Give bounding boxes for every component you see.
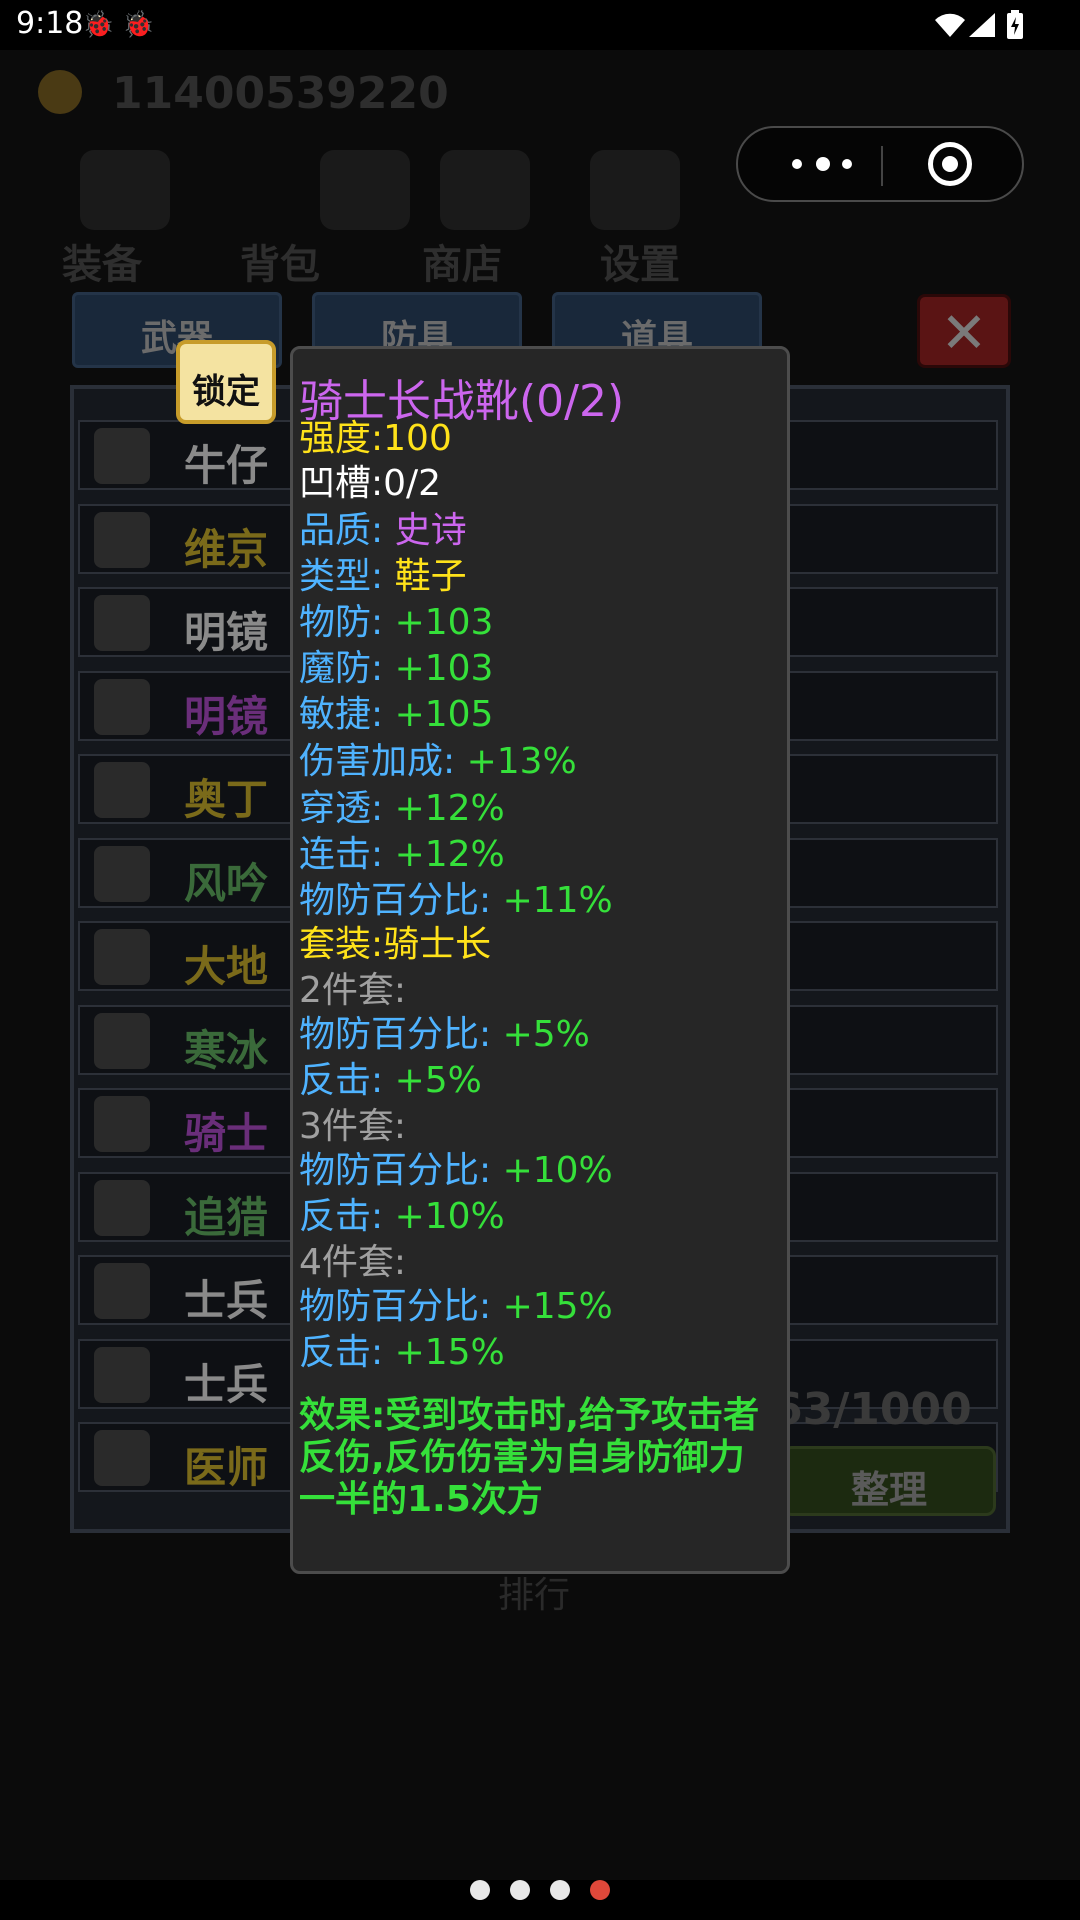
item-name: 寒冰 [184, 1025, 269, 1075]
item-name: 士兵 [184, 1359, 269, 1409]
stat-row: 伤害加成: +13% [299, 741, 577, 782]
item-icon [94, 762, 150, 818]
page-dot[interactable] [550, 1880, 570, 1900]
bug-icon: 🐞 [82, 10, 115, 40]
item-name: 医师 [184, 1443, 269, 1492]
strength-row: 强度:100 [299, 418, 452, 459]
item-icon [94, 1012, 150, 1069]
bag-art-icon [320, 150, 410, 230]
stat-row: 穿透: +12% [299, 788, 505, 829]
item-name: 明镜 [184, 608, 269, 657]
stat-row: 敏捷: +105 [299, 694, 494, 735]
item-icon [94, 1096, 150, 1152]
close-miniprogram-icon[interactable] [928, 142, 972, 186]
menu-tab-settings[interactable]: 设置 [600, 232, 680, 290]
set-name: 套装:骑士长 [299, 924, 492, 965]
item-icon [94, 428, 150, 484]
slots-row: 凹槽:0/2 [299, 463, 442, 504]
coin-count: 11400539220 [112, 68, 449, 119]
wifi-icon [935, 13, 965, 38]
item-icon [94, 929, 150, 985]
type-row: 类型: 鞋子 [299, 556, 467, 597]
equip-art-icon [80, 150, 170, 230]
item-name: 牛仔 [184, 441, 269, 490]
item-name: 大地 [184, 942, 269, 991]
coin-icon [38, 70, 82, 114]
stat-row: 魔防: +103 [299, 648, 494, 689]
item-icon [94, 1346, 150, 1403]
menu-tab-bag[interactable]: 背包 [240, 232, 320, 290]
item-icon [94, 511, 150, 568]
menu-tab-shop[interactable]: 商店 [422, 232, 502, 290]
stat-row: 物防百分比: +11% [299, 880, 613, 921]
item-name: 骑士 [184, 1109, 269, 1158]
battery-charging-icon [1007, 10, 1023, 39]
capsule-divider [881, 146, 883, 186]
item-name: 奥丁 [184, 775, 269, 824]
page-dot[interactable] [470, 1880, 490, 1900]
set-bonus-row: 物防百分比: +15% [299, 1286, 613, 1327]
more-options-icon[interactable] [778, 144, 868, 184]
bag-count: 63/1000 [772, 1384, 972, 1435]
item-icon [94, 1430, 150, 1486]
close-button[interactable]: ✕ [917, 294, 1011, 368]
item-tooltip: 骑士长战靴(0/2) 强度:100 凹槽:0/2 品质: 史诗 类型: 鞋子 物… [290, 346, 790, 1574]
set-bonus-row: 物防百分比: +10% [299, 1150, 613, 1191]
sort-button[interactable]: 整理 [782, 1446, 996, 1516]
item-name: 明镜 [184, 691, 269, 741]
item-name: 追猎 [184, 1192, 269, 1242]
page-dot-active[interactable] [590, 1880, 610, 1900]
item-name: 士兵 [184, 1276, 269, 1325]
status-time: 9:18 [16, 6, 84, 41]
bug-icon: 🐞 [122, 10, 155, 40]
shop-art-icon [440, 150, 530, 230]
item-icon [94, 678, 150, 735]
signal-icon [969, 13, 995, 37]
set-tier-header: 3件套: [299, 1106, 407, 1147]
quality-row: 品质: 史诗 [299, 510, 467, 551]
miniprogram-capsule [736, 126, 1024, 202]
lock-button[interactable]: 锁定 [176, 340, 276, 424]
item-name: 风吟 [184, 858, 269, 908]
settings-art-icon [590, 150, 680, 230]
set-tier-header: 4件套: [299, 1242, 407, 1283]
item-icon [94, 595, 150, 651]
set-tier-header: 2件套: [299, 970, 407, 1011]
set-bonus-row: 物防百分比: +5% [299, 1014, 590, 1055]
set-bonus-row: 反击: +5% [299, 1060, 482, 1101]
item-icon [94, 1263, 150, 1319]
page-dot[interactable] [510, 1880, 530, 1900]
item-name: 维京 [184, 524, 269, 574]
stat-row: 连击: +12% [299, 834, 505, 875]
page-indicator [0, 1876, 1080, 1906]
status-bar: 9:18 🐞 🐞 [0, 0, 1080, 50]
menu-tab-equip[interactable]: 装备 [62, 232, 142, 290]
stat-row: 物防: +103 [299, 602, 494, 643]
effect-description: 效果:受到攻击时,给予攻击者反伤,反伤伤害为自身防御力一半的1.5次方 [299, 1395, 760, 1520]
set-bonus-row: 反击: +10% [299, 1196, 505, 1237]
item-icon [94, 1179, 150, 1236]
item-icon [94, 845, 150, 902]
set-bonus-row: 反击: +15% [299, 1332, 505, 1373]
